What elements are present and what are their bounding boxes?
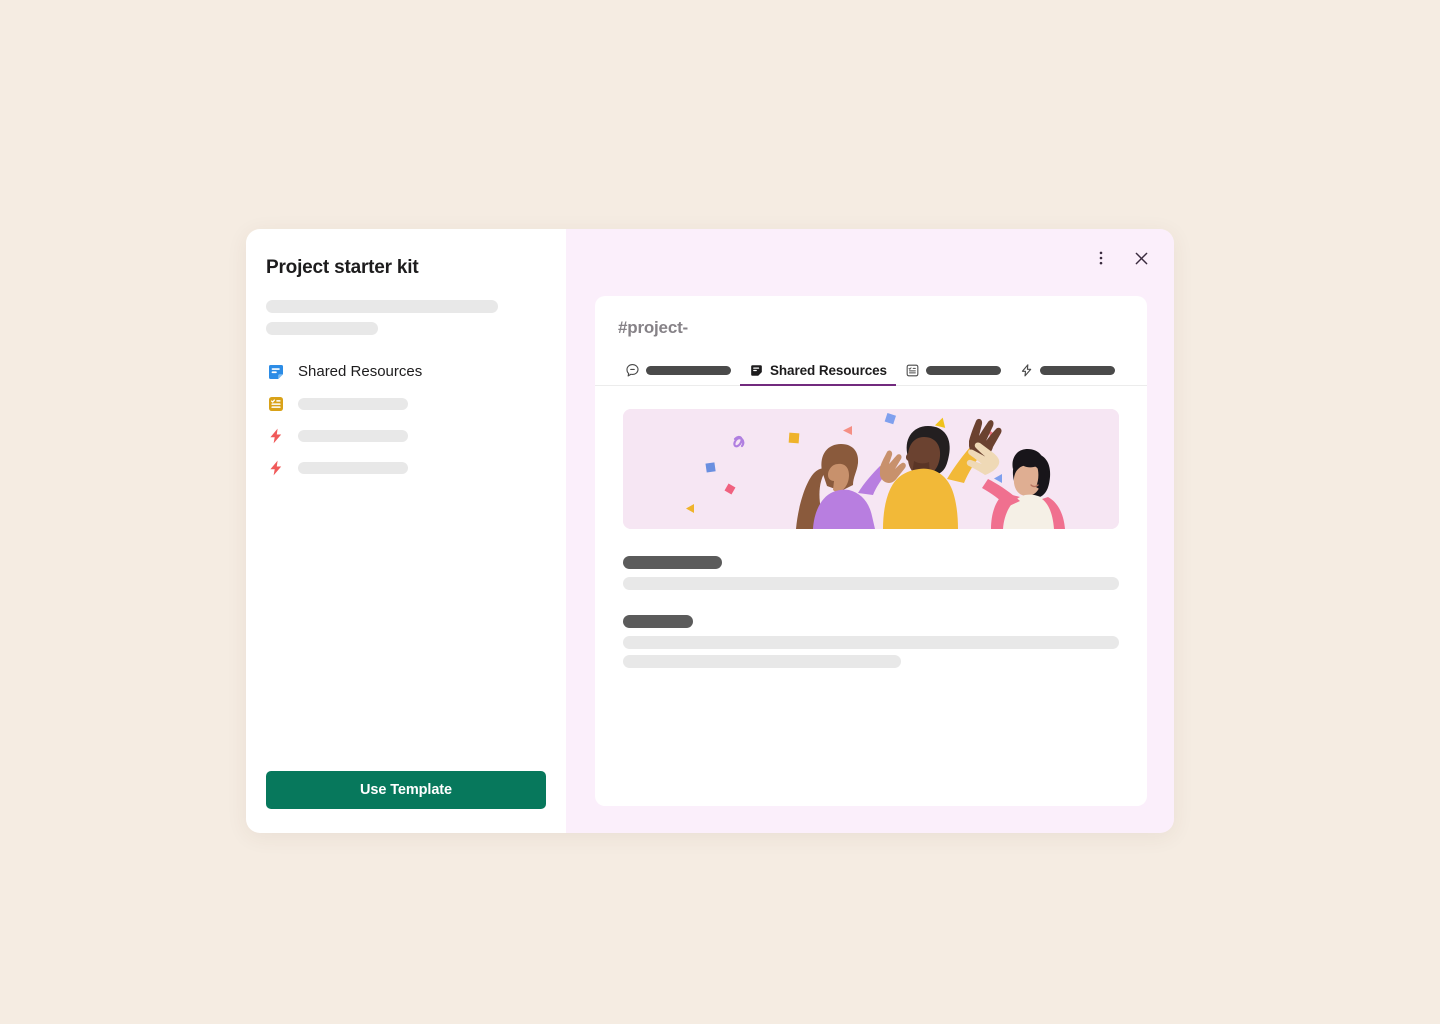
tab-label-placeholder: [925, 365, 1001, 375]
list-item-placeholder: [298, 397, 408, 410]
more-options-icon[interactable]: [1088, 245, 1114, 271]
list-item-placeholder: [298, 429, 408, 442]
channel-tabbar: Shared Resources: [595, 355, 1147, 386]
workflow-icon: [266, 426, 286, 446]
template-contents-list: Shared Resources: [266, 361, 546, 479]
content-body-placeholder: [623, 636, 1119, 649]
list-icon: [905, 363, 920, 378]
tab-label-placeholder: [646, 365, 731, 375]
template-preview-modal: Project starter kit Shared Resources Use…: [246, 229, 1174, 833]
celebration-high-five-illustration: [623, 409, 1119, 529]
canvas-icon: [266, 362, 286, 382]
content-body-placeholder: [623, 577, 1119, 590]
tab-label: Shared Resources: [770, 362, 887, 378]
workflow-icon: [266, 458, 286, 478]
channel-preview-card: #project- Shared Resources: [595, 296, 1147, 806]
tab-messages[interactable]: [616, 356, 740, 386]
list-item[interactable]: Shared Resources: [266, 361, 546, 383]
template-preview-panel: #project- Shared Resources: [566, 229, 1174, 833]
list-item[interactable]: [266, 393, 546, 415]
list-icon: [266, 394, 286, 414]
template-details-panel: Project starter kit Shared Resources Use…: [246, 229, 566, 833]
workflow-icon: [1019, 363, 1034, 378]
list-item[interactable]: [266, 425, 546, 447]
tab-lists[interactable]: [896, 356, 1010, 386]
page-title: Project starter kit: [266, 257, 419, 278]
list-item-placeholder: [298, 461, 408, 474]
window-controls: [1088, 245, 1154, 271]
content-block: [623, 615, 1119, 668]
content-heading-placeholder: [623, 615, 693, 628]
messages-icon: [625, 363, 640, 378]
use-template-button[interactable]: Use Template: [266, 771, 546, 809]
tab-label-placeholder: [1039, 365, 1115, 375]
description-placeholder-line-1: [266, 299, 498, 313]
content-block: [623, 556, 1119, 590]
tab-workflows[interactable]: [1010, 356, 1124, 386]
list-item-label: Shared Resources: [298, 363, 423, 381]
description-placeholder-line-2: [266, 321, 378, 335]
close-icon[interactable]: [1128, 245, 1154, 271]
list-item[interactable]: [266, 457, 546, 479]
canvas-icon: [749, 363, 764, 378]
tab-shared-resources[interactable]: Shared Resources: [740, 356, 896, 386]
channel-name: #project-: [618, 318, 688, 337]
preview-content: [595, 386, 1147, 668]
content-heading-placeholder: [623, 556, 722, 569]
content-body-placeholder: [623, 655, 901, 668]
